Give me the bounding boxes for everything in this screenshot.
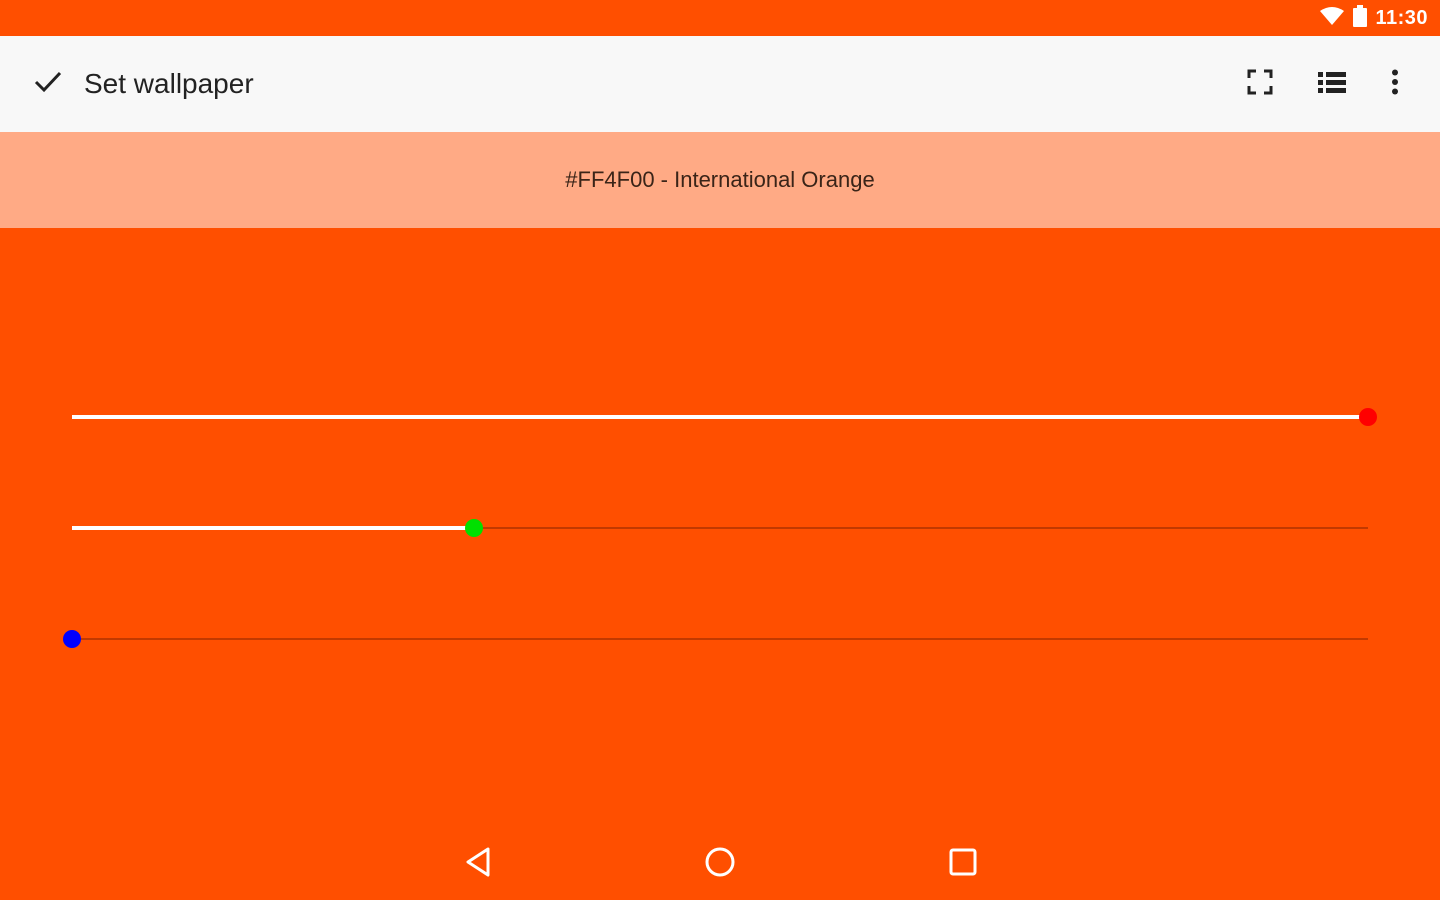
- back-button[interactable]: [448, 840, 508, 888]
- color-name-label: #FF4F00 - International Orange: [565, 167, 875, 192]
- action-bar: Set wallpaper: [0, 36, 1440, 132]
- status-bar: 11:30: [0, 0, 1440, 36]
- battery-icon: [1353, 4, 1368, 32]
- fullscreen-icon: [1247, 69, 1273, 100]
- list-icon: [1318, 70, 1346, 99]
- home-icon: [704, 846, 736, 883]
- status-time: 11:30: [1375, 6, 1428, 29]
- recents-icon: [949, 848, 977, 881]
- green-slider[interactable]: [72, 512, 1368, 544]
- green-slider-thumb[interactable]: [464, 519, 483, 537]
- slider-fill: [72, 526, 474, 530]
- blue-slider-thumb[interactable]: [63, 630, 81, 648]
- red-slider[interactable]: [72, 401, 1377, 433]
- check-icon: [33, 70, 63, 99]
- slider-track: [72, 638, 1368, 640]
- more-options-button[interactable]: [1373, 62, 1417, 106]
- blue-slider[interactable]: [63, 623, 1368, 655]
- navigation-bar: [0, 828, 1440, 900]
- more-vert-icon: [1391, 69, 1399, 100]
- home-button[interactable]: [690, 840, 750, 888]
- wifi-icon: [1319, 6, 1345, 31]
- color-list-button[interactable]: [1310, 62, 1354, 106]
- color-name-banner: #FF4F00 - International Orange: [0, 132, 1440, 228]
- red-slider-thumb[interactable]: [1359, 408, 1377, 426]
- status-icons: 11:30: [1319, 0, 1428, 36]
- slider-fill: [72, 415, 1368, 419]
- set-wallpaper-confirm-button[interactable]: [26, 66, 70, 102]
- back-icon: [464, 847, 492, 882]
- fullscreen-button[interactable]: [1238, 62, 1282, 106]
- recents-button[interactable]: [933, 840, 993, 888]
- page-title: Set wallpaper: [84, 68, 254, 99]
